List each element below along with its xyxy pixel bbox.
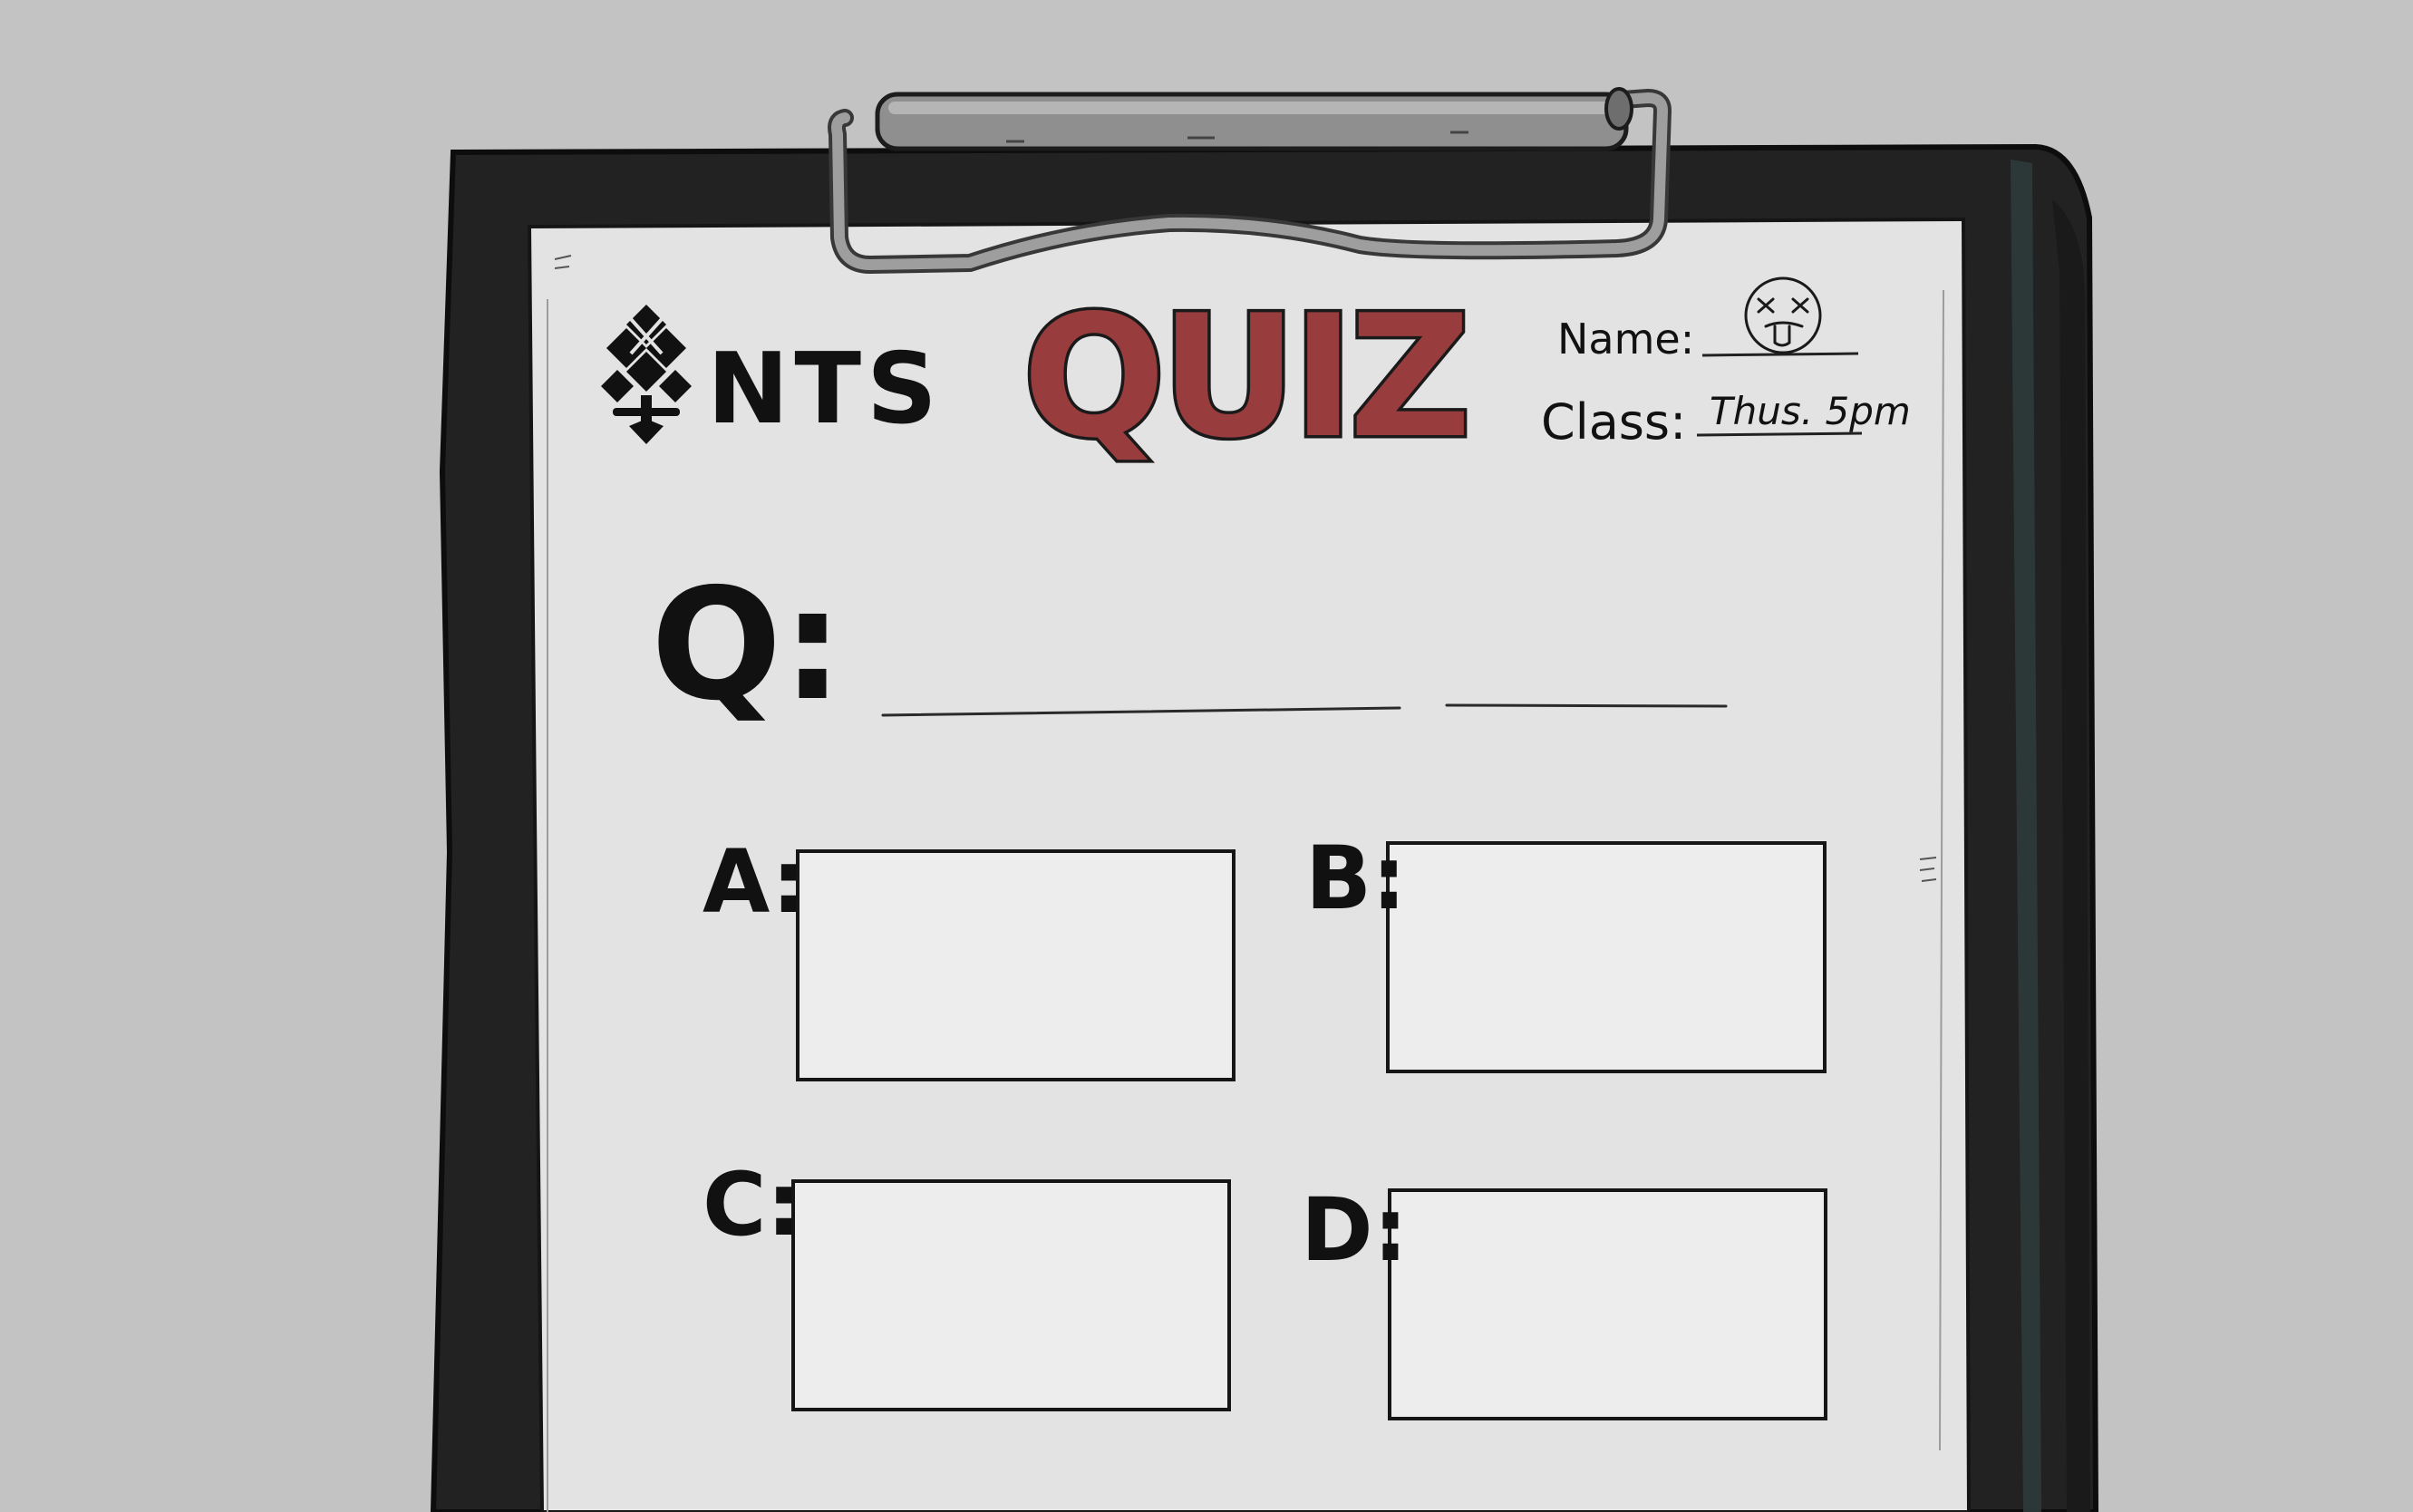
quiz-text-layer: NTS QUIZ Name: Class: Thus. 5pm Q: A: B:… [651,276,1911,1282]
answer-b-label: B: [1305,828,1407,929]
class-value: Thus. 5pm [1710,389,1911,433]
class-label: Class: [1541,393,1686,451]
answer-c-label: C: [703,1154,801,1255]
answer-a-label: A: [703,831,806,933]
name-label: Name: [1557,315,1694,363]
quiz-title: QUIZ [1022,278,1466,475]
question-label: Q: [651,556,844,735]
brand-name: NTS [707,333,943,446]
answer-d-label: D: [1301,1179,1408,1281]
